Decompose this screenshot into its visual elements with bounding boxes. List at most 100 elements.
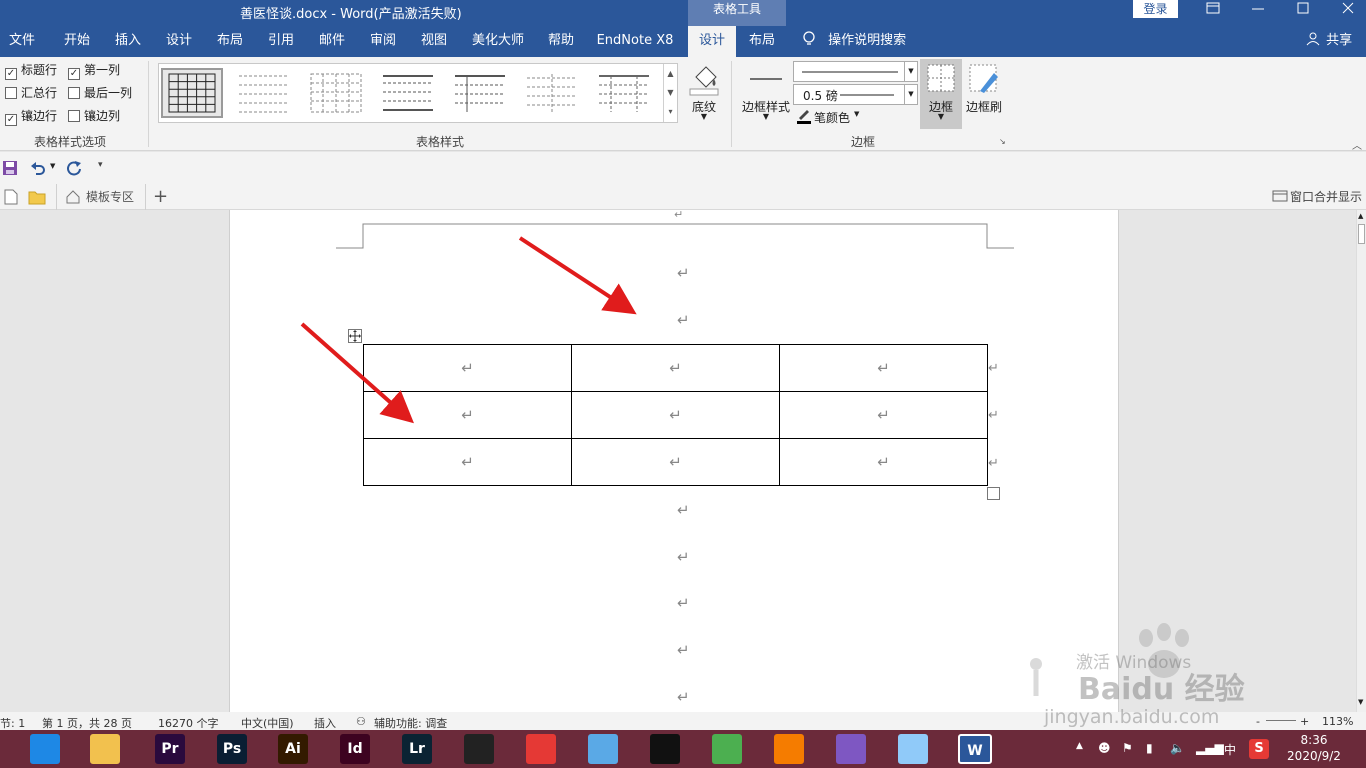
scroll-up-icon[interactable]: ▲: [1358, 212, 1363, 220]
status-insert-mode[interactable]: 插入: [314, 715, 336, 731]
status-page[interactable]: 第 1 页，共 28 页: [42, 715, 132, 731]
checkbox-first-column[interactable]: ✓ 第一列: [68, 62, 120, 80]
volume-icon[interactable]: 🔈: [1170, 741, 1185, 755]
collapse-ribbon-icon[interactable]: ︿: [1352, 137, 1362, 152]
tell-me-search[interactable]: 操作说明搜索: [802, 26, 906, 57]
minimize-icon[interactable]: [1248, 1, 1268, 21]
checkbox-total-row[interactable]: 汇总行: [5, 85, 57, 101]
table-cell[interactable]: ↵: [363, 391, 572, 439]
window-merge-icon[interactable]: [1272, 190, 1288, 205]
tab-table-design[interactable]: 设计: [688, 26, 736, 57]
scroll-thumb[interactable]: [1358, 224, 1365, 244]
tab-view[interactable]: 视图: [409, 26, 459, 57]
table-cell[interactable]: ↵: [779, 344, 988, 392]
tab-table-layout[interactable]: 布局: [737, 26, 787, 57]
zoom-level[interactable]: 113%: [1322, 715, 1353, 728]
gallery-scroll-down-icon[interactable]: ▼: [663, 83, 677, 102]
taskbar-app-chrome[interactable]: [712, 734, 742, 764]
taskbar-app-word[interactable]: W: [958, 734, 992, 764]
taskbar-app-photoshop[interactable]: Ps: [217, 734, 247, 764]
borders-button[interactable]: 边框 ▼: [920, 59, 962, 129]
tab-review[interactable]: 审阅: [358, 26, 408, 57]
checkbox-banded-columns[interactable]: 镶边列: [68, 108, 120, 124]
taskbar-app-cartoon-app[interactable]: [588, 734, 618, 764]
chevron-down-icon[interactable]: ▼: [50, 162, 55, 170]
status-accessibility[interactable]: 辅助功能: 调查: [374, 715, 447, 731]
sogou-ime-icon[interactable]: S: [1249, 739, 1269, 759]
vertical-scrollbar[interactable]: ▲ ▼: [1356, 210, 1366, 712]
document-page[interactable]: ↵ ↵ ↵ ↵ ↵ ↵ ↵ ↵ ↵ ↵ ↵ ↵ ↵ ↵ ↵ ↵ ↵ ↵ ↵ ↵: [229, 208, 1119, 712]
add-tab-icon[interactable]: +: [153, 186, 168, 207]
login-button[interactable]: 登录: [1133, 0, 1178, 18]
folder-icon[interactable]: [28, 189, 46, 208]
line-style-select[interactable]: ▼: [793, 61, 918, 82]
tab-mailings[interactable]: 邮件: [307, 26, 357, 57]
taskbar-app-firefox-like[interactable]: [774, 734, 804, 764]
undo-icon[interactable]: [30, 160, 46, 179]
table-cell[interactable]: ↵: [363, 344, 572, 392]
taskbar-app-video-editor[interactable]: [464, 734, 494, 764]
qq-tray-icon[interactable]: ☻: [1098, 741, 1111, 755]
close-icon[interactable]: [1338, 1, 1358, 21]
restore-ribbon-icon[interactable]: [1203, 1, 1223, 21]
table-resize-handle-icon[interactable]: [987, 487, 1000, 500]
tab-endnote[interactable]: EndNote X8: [590, 26, 680, 57]
customize-toolbar-icon[interactable]: ▾: [98, 160, 103, 170]
zoom-out-button[interactable]: -: [1256, 715, 1260, 728]
checkbox-header-row[interactable]: ✓ 标题行: [5, 62, 57, 80]
gallery-scroll-up-icon[interactable]: ▲: [663, 64, 677, 83]
zoom-slider-track[interactable]: [1266, 720, 1296, 721]
system-clock[interactable]: 8:36 2020/9/2: [1284, 732, 1344, 764]
table-cell[interactable]: ↵: [571, 438, 780, 486]
table-cell[interactable]: ↵: [571, 344, 780, 392]
zoom-in-button[interactable]: +: [1300, 715, 1309, 728]
tab-design[interactable]: 设计: [154, 26, 204, 57]
share-button[interactable]: 共享: [1306, 26, 1352, 57]
network-icon[interactable]: ▂▄▆: [1196, 741, 1224, 755]
tab-references[interactable]: 引用: [256, 26, 306, 57]
maximize-icon[interactable]: [1293, 1, 1313, 21]
table-cell[interactable]: ↵: [779, 391, 988, 439]
table-style-thumbnail-grid[interactable]: [161, 68, 223, 118]
tab-home[interactable]: 开始: [52, 26, 102, 57]
taskbar-app-glass-app[interactable]: [898, 734, 928, 764]
redo-icon[interactable]: [66, 160, 82, 179]
ime-indicator[interactable]: 中: [1224, 741, 1236, 758]
tab-insert[interactable]: 插入: [103, 26, 153, 57]
taskbar-app-browser-cloud[interactable]: [30, 734, 60, 764]
taskbar-app-file-explorer[interactable]: [90, 734, 120, 764]
tab-beautify-master[interactable]: 美化大师: [462, 26, 534, 57]
table-cell[interactable]: ↵: [363, 438, 572, 486]
table-style-thumbnail-light[interactable]: [305, 68, 367, 118]
taskbar-app-indesign[interactable]: Id: [340, 734, 370, 764]
taskbar-app-premiere[interactable]: Pr: [155, 734, 185, 764]
table-style-thumbnail-header-rule[interactable]: [377, 68, 439, 118]
window-merge-label[interactable]: 窗口合并显示: [1290, 188, 1362, 205]
taskbar-app-illustrator[interactable]: Ai: [278, 734, 308, 764]
pen-color-button[interactable]: 笔颜色 ▼: [796, 108, 866, 126]
new-document-icon[interactable]: [4, 189, 18, 208]
document-table[interactable]: ↵ ↵ ↵ ↵ ↵ ↵ ↵ ↵ ↵: [363, 344, 988, 486]
shading-button[interactable]: 底纹 ▼: [684, 61, 724, 127]
flag-tray-icon[interactable]: ⚑: [1122, 741, 1133, 755]
table-cell[interactable]: ↵: [571, 391, 780, 439]
table-style-thumbnail-grid-dashed[interactable]: [593, 68, 655, 118]
save-icon[interactable]: [2, 160, 18, 179]
table-cell[interactable]: ↵: [779, 438, 988, 486]
status-section[interactable]: 节: 1: [0, 715, 25, 731]
status-language[interactable]: 中文(中国): [241, 715, 294, 731]
checkbox-banded-rows[interactable]: ✓ 镶边行: [5, 108, 57, 126]
gallery-more-icon[interactable]: ▾: [663, 102, 677, 122]
taskbar-app-qq[interactable]: [650, 734, 680, 764]
checkbox-last-column[interactable]: 最后一列: [68, 85, 132, 101]
table-style-thumbnail-plain[interactable]: [233, 68, 295, 118]
table-style-thumbnail-first-column[interactable]: [449, 68, 511, 118]
tab-help[interactable]: 帮助: [537, 26, 585, 57]
tab-file[interactable]: 文件: [0, 26, 44, 57]
battery-icon[interactable]: ▮: [1146, 741, 1153, 755]
tab-layout[interactable]: 布局: [205, 26, 255, 57]
table-style-thumbnail-dashed[interactable]: [521, 68, 583, 118]
taskbar-app-colorful-app[interactable]: [526, 734, 556, 764]
pen-weight-select[interactable]: 0.5 磅 ▼: [793, 84, 918, 105]
status-word-count[interactable]: 16270 个字: [158, 715, 219, 731]
